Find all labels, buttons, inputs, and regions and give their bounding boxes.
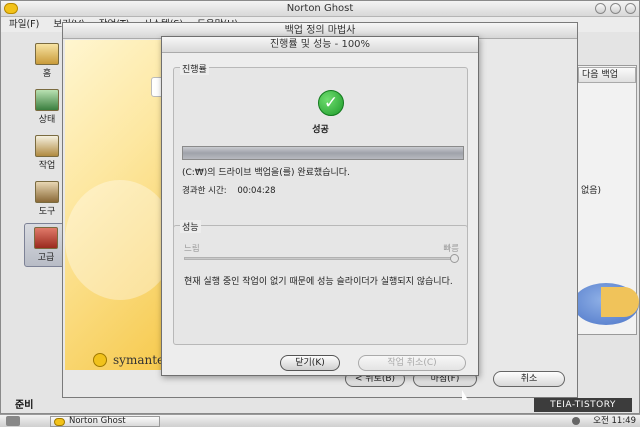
backup-list-text: 없음) [581, 186, 602, 196]
start-menu-icon[interactable] [6, 416, 20, 426]
norton-logo-icon [4, 3, 18, 14]
success-check-icon: ✓ [318, 90, 344, 116]
performance-slider-track[interactable] [184, 257, 458, 260]
taskbar-app-label: Norton Ghost [69, 416, 126, 426]
wizard-cancel-button[interactable]: 취소 [493, 371, 565, 387]
success-label: 성공 [312, 125, 329, 135]
window-controls [595, 3, 636, 14]
home-icon [35, 43, 59, 65]
close-icon[interactable] [625, 3, 636, 14]
tray-icon[interactable] [572, 417, 580, 425]
status-text: 준비 [15, 400, 34, 411]
advanced-icon [34, 227, 58, 249]
nav-label-advanced: 고급 [37, 253, 55, 263]
tasks-clipboard-icon [35, 135, 59, 157]
minimize-icon[interactable] [595, 3, 606, 14]
progress-group: 진행률 ✓ 성공 (C:₩)의 드라이브 백업을(를) 완료했습니다. 경과한 … [173, 62, 468, 237]
taskbar: Norton Ghost 오전 11:49 [0, 414, 640, 427]
watermark: TEIA-TISTORY [534, 398, 632, 412]
banner-swirl [65, 180, 175, 300]
slider-slow-label: 느림 [184, 244, 200, 254]
wizard-title: 백업 정의 마법사 [284, 25, 356, 36]
norton-taskbar-icon [54, 418, 65, 426]
progress-bar [182, 146, 464, 160]
performance-message: 현재 실행 중인 작업이 없기 때문에 성능 슬라이더가 실행되지 않습니다. [184, 277, 453, 287]
pie-slice-icon [601, 287, 639, 317]
taskbar-app-button[interactable]: Norton Ghost [50, 416, 160, 427]
performance-slider-knob[interactable] [450, 254, 459, 263]
clock: 오전 11:49 [593, 416, 636, 426]
main-window-title: Norton Ghost [286, 3, 354, 14]
main-title-bar[interactable]: Norton Ghost [1, 1, 639, 17]
progress-group-label: 진행률 [180, 62, 209, 75]
performance-group: 성능 느림 빠름 현재 실행 중인 작업이 없기 때문에 성능 슬라이더가 실행… [173, 220, 468, 345]
completed-message: (C:₩)의 드라이브 백업을(를) 완료했습니다. [182, 168, 350, 178]
symantec-logo-icon [93, 353, 107, 367]
elapsed-label: 경과한 시간: [182, 186, 227, 196]
menu-file[interactable]: 파일(F) [9, 17, 39, 32]
close-button[interactable]: 닫기(K) [280, 355, 340, 371]
performance-group-label: 성능 [180, 220, 201, 233]
progress-dialog-title: 진행률 및 성능 - 100% [269, 39, 371, 50]
mouse-pointer-icon [462, 390, 468, 400]
next-backup-column-header[interactable]: 다음 백업 [578, 67, 636, 83]
slider-fast-label: 빠름 [443, 244, 459, 254]
progress-dialog: 진행률 및 성능 - 100% 진행률 ✓ 성공 (C:₩)의 드라이브 백업을… [161, 36, 479, 376]
elapsed-value: 00:04:28 [237, 186, 276, 196]
left-navigation: 홈 상태 작업 도구 고급 [9, 37, 69, 387]
maximize-icon[interactable] [610, 3, 621, 14]
elapsed-time: 경과한 시간: 00:04:28 [182, 184, 276, 196]
status-chart-icon [35, 89, 59, 111]
cancel-task-button: 작업 취소(C) [358, 355, 466, 371]
tools-icon [35, 181, 59, 203]
progress-dialog-title-bar[interactable]: 진행률 및 성능 - 100% [162, 37, 478, 53]
